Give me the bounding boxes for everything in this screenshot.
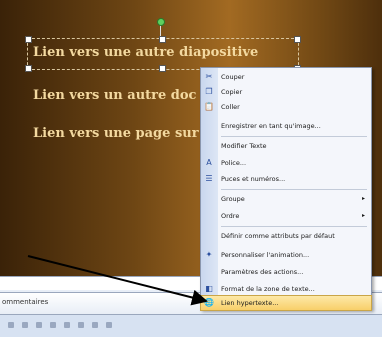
animation-icon: ✦	[205, 250, 213, 259]
font-icon: A	[206, 158, 212, 167]
menu-item-edit-text[interactable]: Modifier Texte	[201, 139, 371, 153]
menu-item-label: Couper	[221, 73, 245, 81]
hyperlink-icon: 🌐	[204, 298, 214, 307]
menu-separator	[221, 136, 367, 137]
format-icon: ◧	[205, 284, 213, 293]
tool-icon[interactable]	[106, 322, 112, 328]
menu-item-order[interactable]: Ordre ▸	[201, 209, 371, 223]
menu-item-label: Ordre	[221, 212, 240, 220]
tool-icon[interactable]	[92, 322, 98, 328]
resize-handle-tr[interactable]	[294, 36, 301, 43]
tool-icon[interactable]	[50, 322, 56, 328]
rotation-handle[interactable]	[157, 18, 165, 26]
menu-item-label: Copier	[221, 88, 243, 96]
tool-icon[interactable]	[36, 322, 42, 328]
tool-icon[interactable]	[22, 322, 28, 328]
menu-item-bullets[interactable]: ☰ Puces et numéros...	[201, 172, 371, 186]
resize-handle-t[interactable]	[159, 36, 166, 43]
tool-icon[interactable]	[8, 322, 14, 328]
menu-item-group[interactable]: Groupe ▸	[201, 192, 371, 206]
menu-item-label: Groupe	[221, 195, 245, 203]
tool-icon[interactable]	[78, 322, 84, 328]
resize-handle-tl[interactable]	[25, 36, 32, 43]
menu-item-paste[interactable]: 📋 Coller	[201, 100, 371, 114]
tool-icon[interactable]	[64, 322, 70, 328]
menu-item-action-settings[interactable]: Paramètres des actions...	[201, 265, 371, 279]
menu-item-cut[interactable]: ✂ Couper	[201, 70, 371, 84]
drawing-toolbar	[0, 314, 382, 337]
menu-item-save-as-image[interactable]: Enregistrer en tant qu'image...	[201, 119, 371, 133]
menu-item-label: Paramètres des actions...	[221, 268, 304, 276]
menu-item-label: Définir comme attributs par défaut	[221, 232, 335, 240]
resize-handle-b[interactable]	[159, 65, 166, 72]
slide-link-text-1[interactable]: Lien vers une autre diapositive	[33, 45, 258, 60]
cut-icon: ✂	[205, 72, 213, 81]
paste-icon: 📋	[204, 102, 214, 111]
menu-item-label: Coller	[221, 103, 240, 111]
slide-link-text-2[interactable]: Lien vers un autre doc	[33, 88, 196, 103]
menu-item-hyperlink[interactable]: 🌐 Lien hypertexte...	[200, 295, 372, 311]
slide-link-text-3[interactable]: Lien vers une page sur	[33, 126, 199, 141]
menu-item-format-textbox[interactable]: ◧ Format de la zone de texte...	[201, 282, 371, 296]
resize-handle-bl[interactable]	[25, 65, 32, 72]
menu-item-label: Lien hypertexte...	[221, 299, 279, 307]
submenu-arrow-icon: ▸	[361, 195, 365, 202]
menu-item-label: Personnaliser l'animation...	[221, 251, 310, 259]
menu-item-label: Police...	[221, 159, 247, 167]
menu-item-label: Format de la zone de texte...	[221, 285, 315, 293]
menu-item-font[interactable]: A Police...	[201, 156, 371, 170]
menu-separator	[221, 226, 367, 227]
context-menu: ✂ Couper ❐ Copier 📋 Coller Enregistrer e…	[200, 67, 372, 311]
menu-item-custom-animation[interactable]: ✦ Personnaliser l'animation...	[201, 248, 371, 262]
menu-item-label: Enregistrer en tant qu'image...	[221, 122, 321, 130]
copy-icon: ❐	[205, 87, 213, 96]
bullets-icon: ☰	[205, 174, 213, 183]
submenu-arrow-icon: ▸	[361, 212, 365, 219]
comments-placeholder: ommentaires	[2, 298, 49, 306]
menu-separator	[221, 189, 367, 190]
menu-item-label: Modifier Texte	[221, 142, 267, 150]
menu-item-copy[interactable]: ❐ Copier	[201, 85, 371, 99]
menu-item-set-default[interactable]: Définir comme attributs par défaut	[201, 229, 371, 243]
menu-item-label: Puces et numéros...	[221, 175, 286, 183]
